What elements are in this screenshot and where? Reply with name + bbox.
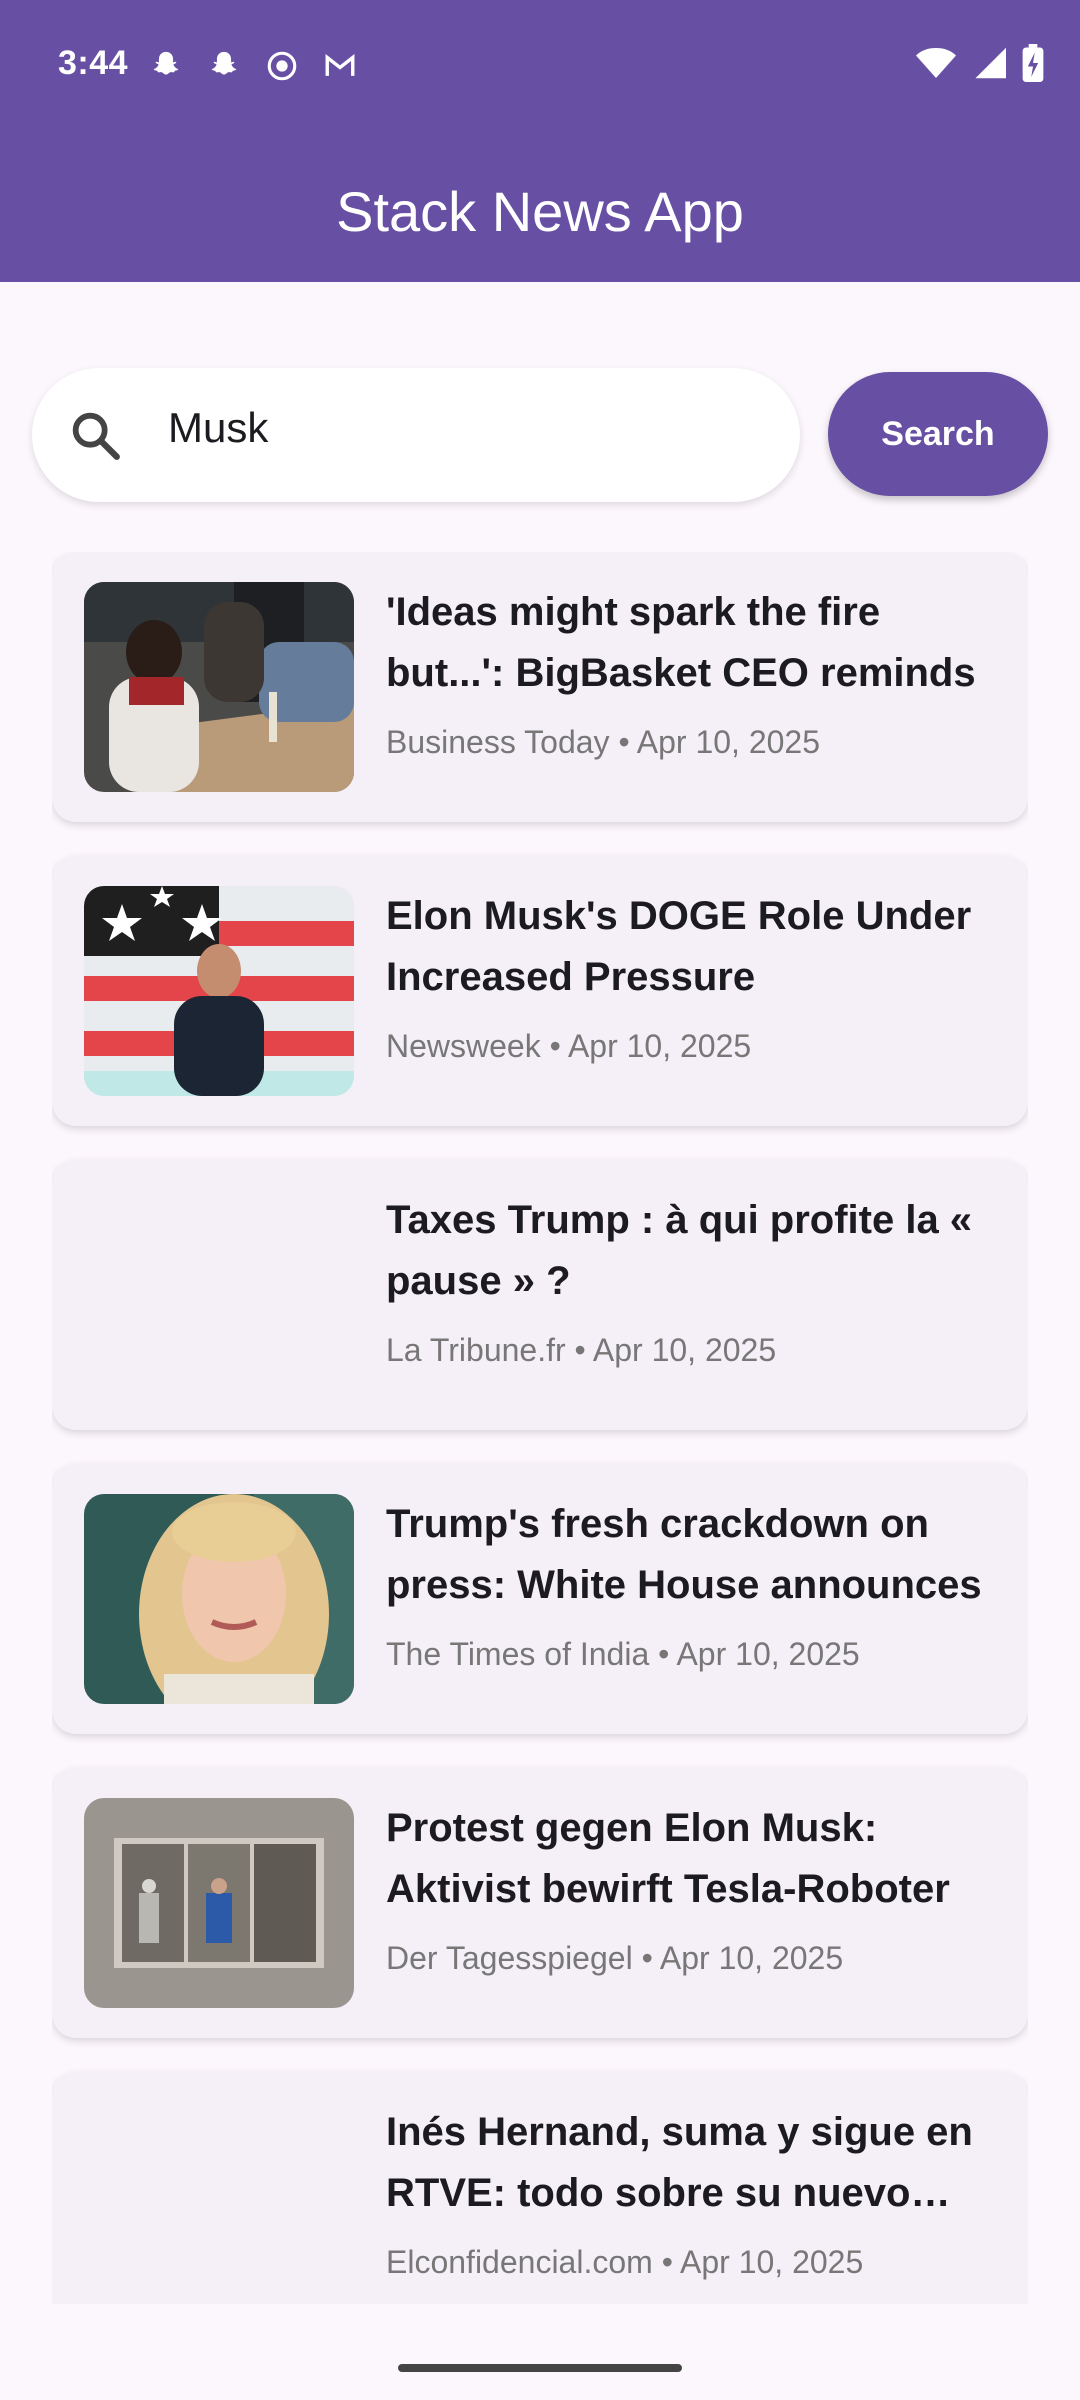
article-source: Newsweek [386, 1028, 541, 1064]
article-meta: La Tribune.fr • Apr 10, 2025 [386, 1332, 776, 1369]
search-query-text[interactable]: Musk [168, 404, 268, 452]
article-meta: Der Tagesspiegel • Apr 10, 2025 [386, 1940, 843, 1977]
article-thumbnail [84, 1494, 354, 1704]
article-card[interactable]: Protest gegen Elon Musk: Aktivist bewirf… [52, 1768, 1028, 2038]
article-title[interactable]: Protest gegen Elon Musk: Aktivist bewirf… [386, 1798, 998, 1920]
article-title[interactable]: Elon Musk's DOGE Role Under Increased Pr… [386, 886, 998, 1008]
article-source: The Times of India [386, 1636, 650, 1672]
article-date: Apr 10, 2025 [659, 1940, 844, 1976]
article-date: Apr 10, 2025 [676, 1636, 860, 1672]
status-time: 3:44 [58, 44, 129, 82]
wifi-icon [916, 45, 956, 86]
article-card[interactable]: Taxes Trump : à qui profite la « pause »… [52, 1160, 1028, 1430]
article-meta: Elconfidencial.com • Apr 10, 2025 [386, 2244, 863, 2281]
article-date: Apr 10, 2025 [567, 1028, 752, 1064]
meta-separator: • [652, 2244, 681, 2280]
meta-separator: • [632, 1940, 660, 1976]
article-card[interactable]: 'Ideas might spark the fire but...': Big… [52, 552, 1028, 822]
article-date: Apr 10, 2025 [592, 1332, 777, 1368]
article-date: Apr 10, 2025 [636, 724, 821, 760]
article-date: Apr 10, 2025 [680, 2244, 864, 2280]
home-indicator[interactable] [398, 2364, 682, 2372]
article-card[interactable]: Elon Musk's DOGE Role Under Increased Pr… [52, 856, 1028, 1126]
article-card[interactable]: Inés Hernand, suma y sigue en RTVE: todo… [52, 2072, 1028, 2304]
signal-icon [972, 45, 1006, 86]
article-source: Elconfidencial.com [386, 2244, 653, 2280]
article-meta: The Times of India • Apr 10, 2025 [386, 1636, 860, 1673]
screen-record-icon [260, 44, 304, 88]
article-title[interactable]: Trump's fresh crackdown on press: White … [386, 1494, 998, 1616]
article-card[interactable]: Trump's fresh crackdown on press: White … [52, 1464, 1028, 1734]
article-thumbnail [84, 886, 354, 1096]
meta-separator: • [540, 1028, 568, 1064]
article-title[interactable]: Inés Hernand, suma y sigue en RTVE: todo… [386, 2102, 998, 2224]
snapchat-icon [144, 44, 188, 88]
app-bar: Stack News App [0, 140, 1080, 282]
search-row: Musk Search [32, 368, 1048, 504]
article-source: La Tribune.fr [386, 1332, 566, 1368]
article-thumbnail [84, 1190, 354, 1400]
article-source: Der Tagesspiegel [386, 1940, 633, 1976]
battery-charging-icon [1022, 44, 1044, 87]
article-list[interactable]: 'Ideas might spark the fire but...': Big… [52, 552, 1028, 2304]
snapchat-icon [202, 44, 246, 88]
gmail-icon [318, 44, 362, 88]
status-system-icons [916, 44, 1044, 87]
article-title[interactable]: Taxes Trump : à qui profite la « pause »… [386, 1190, 998, 1312]
status-notification-icons [144, 44, 362, 88]
search-input[interactable]: Musk [32, 368, 800, 502]
meta-separator: • [565, 1332, 593, 1368]
app-title: Stack News App [336, 179, 744, 243]
article-meta: Business Today • Apr 10, 2025 [386, 724, 820, 761]
article-meta: Newsweek • Apr 10, 2025 [386, 1028, 751, 1065]
article-thumbnail [84, 2102, 354, 2304]
meta-separator: • [609, 724, 637, 760]
article-thumbnail [84, 1798, 354, 2008]
search-icon [66, 406, 124, 464]
meta-separator: • [649, 1636, 677, 1672]
search-button[interactable]: Search [828, 372, 1048, 496]
article-source: Business Today [386, 724, 610, 760]
status-bar: 3:44 [0, 0, 1080, 140]
article-title[interactable]: 'Ideas might spark the fire but...': Big… [386, 582, 998, 704]
article-thumbnail [84, 582, 354, 792]
